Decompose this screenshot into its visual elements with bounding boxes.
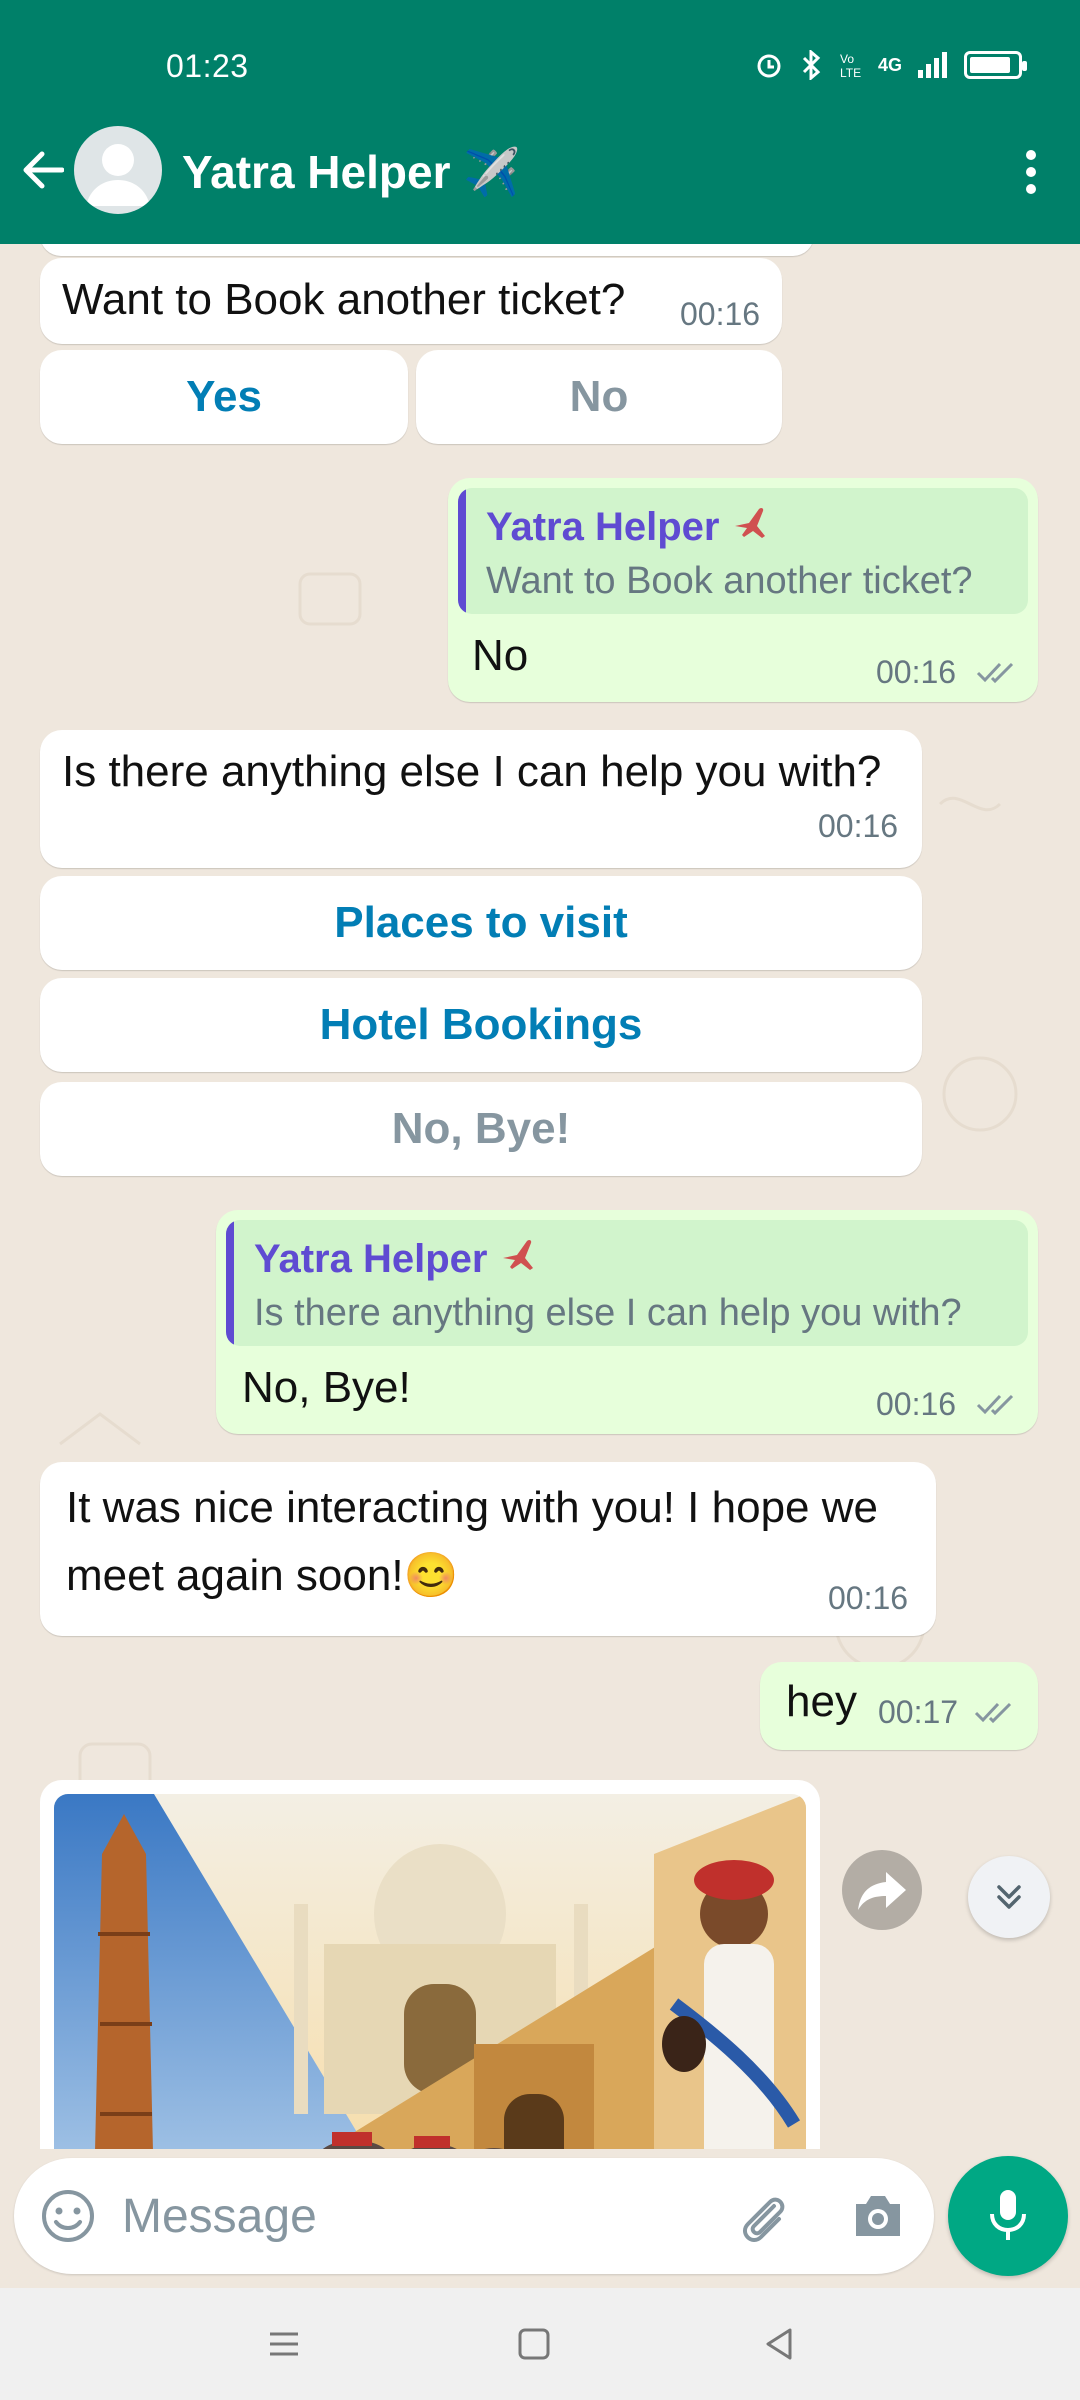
places-to-visit-button[interactable]: Places to visit <box>40 876 922 970</box>
chat-header: 01:23 Vo LTE 4G Yatra Helper ✈️ <box>0 0 1080 244</box>
quote-author: Yatra Helper <box>254 1236 539 1282</box>
outgoing-message: hey 00:17 <box>760 1662 1038 1750</box>
avatar-icon <box>86 144 150 206</box>
quote-text: Is there anything else I can help you wi… <box>254 1292 962 1334</box>
message-time: 00:16 <box>828 1580 909 1616</box>
bluetooth-icon <box>802 50 821 80</box>
compose-bar <box>14 2158 934 2274</box>
hotel-bookings-button[interactable]: Hotel Bookings <box>40 978 922 1072</box>
message-time: 00:16 <box>818 808 899 844</box>
signal-icon <box>918 52 947 78</box>
network-type: 4G <box>877 54 902 75</box>
chat-area[interactable]: Want to Book another ticket? 00:16 Yes N… <box>0 244 1080 2149</box>
scroll-to-bottom-button[interactable] <box>968 1856 1050 1938</box>
incoming-message: Want to Book another ticket? 00:16 <box>40 258 782 344</box>
message-time: 00:16 <box>876 1386 957 1422</box>
message-text: hey <box>786 1677 857 1726</box>
quote-author: Yatra Helper <box>486 504 771 550</box>
previous-message-bubble <box>40 244 814 256</box>
svg-text:LTE: LTE <box>840 66 861 80</box>
volte-icon: VoLTE <box>840 52 861 80</box>
airplane-icon <box>734 507 765 538</box>
yes-button[interactable]: Yes <box>40 350 408 444</box>
more-icon[interactable] <box>1024 148 1038 196</box>
message-text: No <box>472 631 529 680</box>
back-arrow-icon[interactable] <box>20 150 64 190</box>
image-message[interactable] <box>40 1780 820 2149</box>
message-text-line-1: It was nice interacting with you! I hope… <box>66 1483 878 1532</box>
battery-icon <box>964 51 1027 79</box>
mic-button[interactable] <box>948 2156 1068 2276</box>
double-check-icon <box>976 1394 1014 1416</box>
quote-text: Want to Book another ticket? <box>486 560 973 602</box>
home-nav-icon[interactable] <box>514 2324 554 2364</box>
double-check-icon <box>974 1702 1012 1724</box>
quoted-message[interactable]: Yatra Helper Want to Book another ticket… <box>458 488 1028 614</box>
message-text: No, Bye! <box>242 1363 411 1412</box>
status-icons: Vo LTE 4G <box>754 50 1027 80</box>
message-text-line-2: meet again soon!😊 <box>66 1551 459 1600</box>
svg-text:Vo: Vo <box>840 52 854 66</box>
incoming-message: It was nice interacting with you! I hope… <box>40 1462 936 1636</box>
avatar[interactable] <box>74 126 162 214</box>
outgoing-message: Yatra Helper Is there anything else I ca… <box>216 1210 1038 1434</box>
menu-nav-icon[interactable] <box>264 2324 304 2364</box>
message-input[interactable] <box>122 2184 702 2248</box>
message-text: Want to Book another ticket? <box>62 275 626 324</box>
incoming-message: Is there anything else I can help you wi… <box>40 730 922 868</box>
chat-title[interactable]: Yatra Helper ✈️ <box>182 145 521 200</box>
quoted-message[interactable]: Yatra Helper Is there anything else I ca… <box>226 1220 1028 1346</box>
message-time: 00:16 <box>680 296 761 332</box>
no-bye-button[interactable]: No, Bye! <box>40 1082 922 1176</box>
camera-icon[interactable] <box>850 2190 906 2242</box>
status-time: 01:23 <box>166 48 249 84</box>
message-text: Is there anything else I can help you wi… <box>62 747 882 796</box>
message-time: 00:16 <box>876 654 957 690</box>
chevron-double-down-icon <box>997 1885 1021 1909</box>
mic-icon <box>990 2190 1026 2240</box>
no-button[interactable]: No <box>416 350 782 444</box>
back-nav-icon[interactable] <box>760 2324 800 2364</box>
message-time: 00:17 <box>878 1694 959 1730</box>
india-landmarks-image[interactable] <box>54 1794 806 2149</box>
emoji-icon[interactable] <box>38 2186 98 2246</box>
forward-button[interactable] <box>842 1850 922 1930</box>
outgoing-message: Yatra Helper Want to Book another ticket… <box>448 478 1038 702</box>
attach-icon[interactable] <box>734 2188 792 2246</box>
airplane-icon <box>502 1239 533 1270</box>
forward-icon <box>858 1872 906 1910</box>
double-check-icon <box>976 662 1014 684</box>
alarm-icon <box>757 54 781 78</box>
system-nav-bar <box>0 2288 1080 2400</box>
